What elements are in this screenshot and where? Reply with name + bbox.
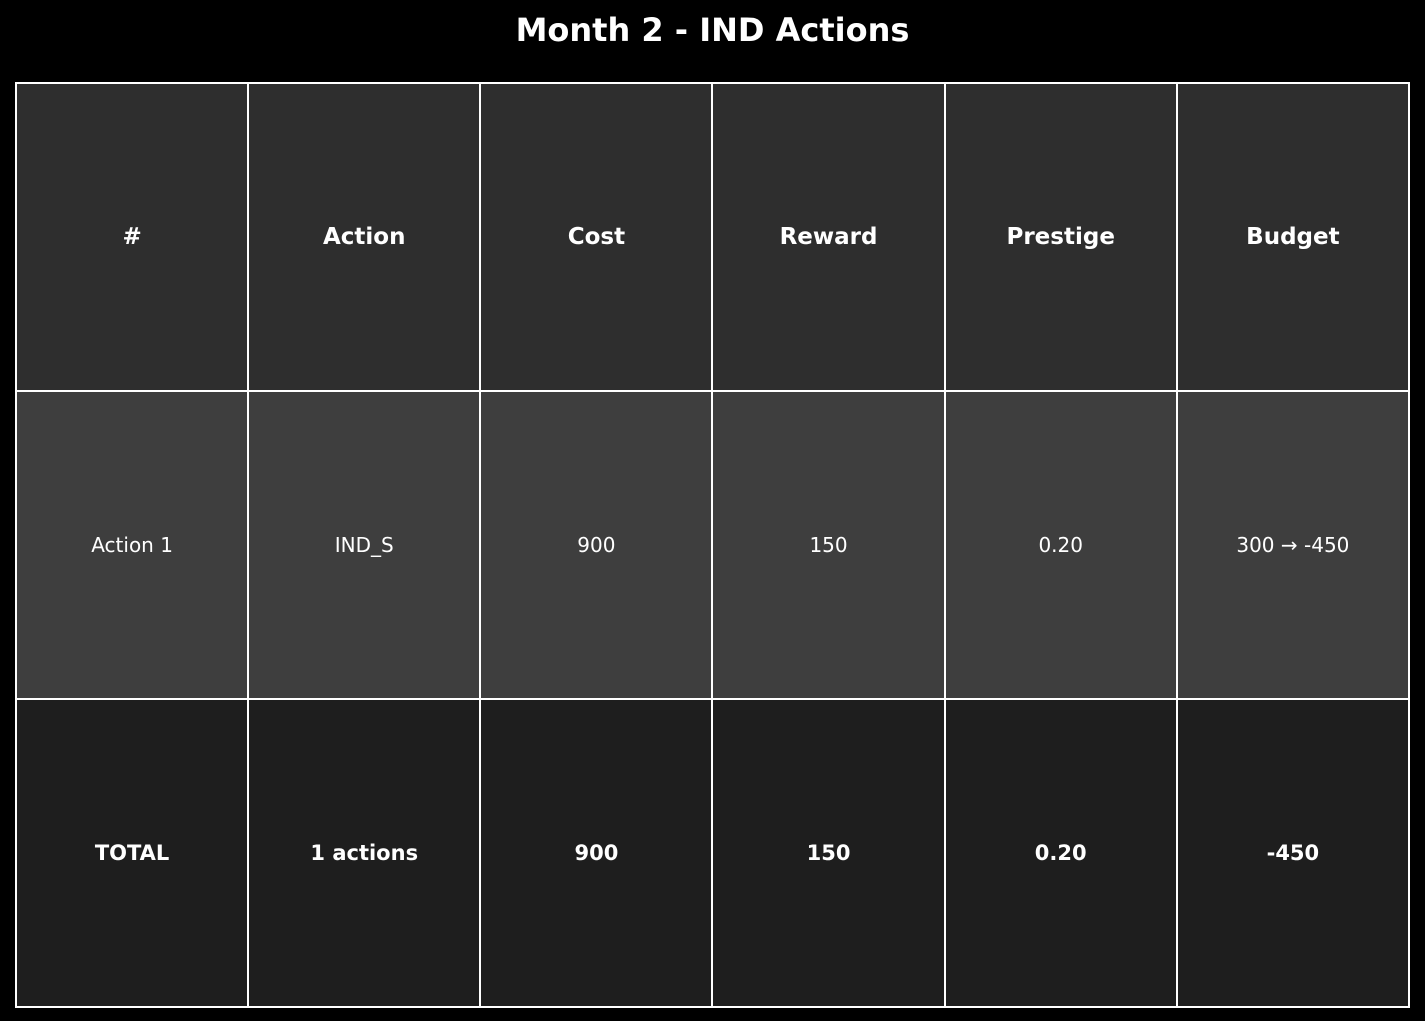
table-row: Action 1 IND_S 900 150 0.20 300 → -450 (14, 390, 1411, 700)
chart-title: Month 2 - IND Actions (515, 11, 910, 49)
column-header: Reward (711, 82, 946, 392)
total-cell: 150 (711, 698, 946, 1008)
column-header: Cost (479, 82, 714, 392)
column-header: # (14, 82, 250, 392)
total-cell: 900 (479, 698, 714, 1008)
column-header: Prestige (943, 82, 1178, 392)
total-cell: 0.20 (943, 698, 1178, 1008)
table-cell: 150 (711, 390, 946, 700)
table-cell: 300 → -450 (1175, 390, 1411, 700)
table-cell: 0.20 (943, 390, 1178, 700)
total-cell: TOTAL (14, 698, 250, 1008)
table-cell: 900 (479, 390, 714, 700)
table-cell: Action 1 (14, 390, 250, 700)
column-header: Action (247, 82, 482, 392)
actions-table: # Action Cost Reward Prestige Budget Action 1… (14, 82, 1411, 1008)
total-cell: 1 actions (247, 698, 482, 1008)
column-header: Budget (1175, 82, 1411, 392)
table-header-row: # Action Cost Reward Prestige Budget (14, 82, 1411, 392)
table-cell: IND_S (247, 390, 482, 700)
table-total-row: TOTAL 1 actions 900 150 0.20 -450 (14, 698, 1411, 1008)
total-cell: -450 (1175, 698, 1411, 1008)
